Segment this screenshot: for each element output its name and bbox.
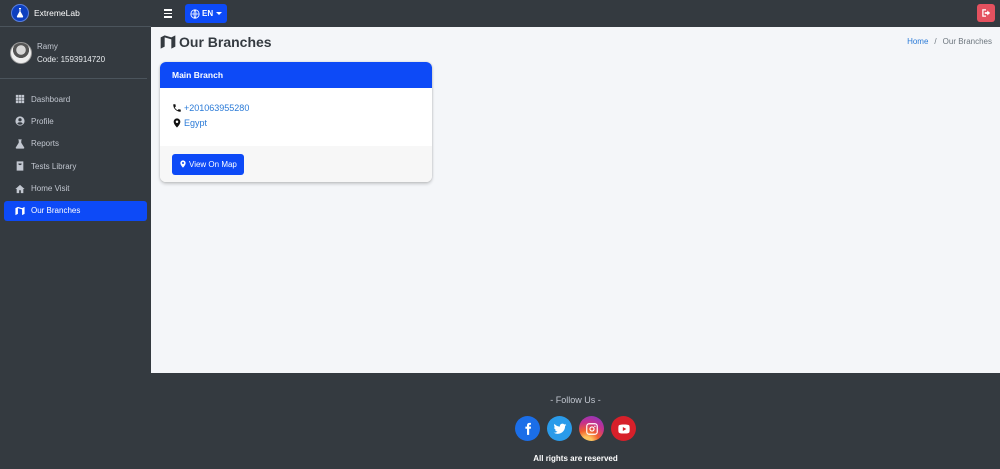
breadcrumb-current: Our Branches xyxy=(942,37,992,46)
youtube-icon[interactable] xyxy=(611,416,636,441)
sign-out-icon xyxy=(982,9,991,17)
branch-card-footer: View On Map xyxy=(160,146,432,182)
phone-icon xyxy=(173,103,181,112)
sidebar-item-label: Tests Library xyxy=(31,161,77,171)
copyright-text: All rights are reserved xyxy=(533,454,618,463)
branch-card-header: Main Branch xyxy=(160,62,432,88)
avatar[interactable] xyxy=(10,41,32,64)
sidebar-item-label: Home Visit xyxy=(31,184,70,194)
top-navbar: EN xyxy=(151,0,1000,27)
follow-us-text: - Follow Us - xyxy=(550,395,601,405)
sidebar-item-dashboard[interactable]: Dashboard xyxy=(4,89,147,109)
home-icon xyxy=(14,183,26,195)
language-label: EN xyxy=(202,9,214,18)
map-marker-icon xyxy=(173,117,181,128)
globe-icon xyxy=(190,8,200,19)
branch-phone-row: +201063955280 xyxy=(172,100,420,115)
sidebar-item-label: Dashboard xyxy=(31,94,71,104)
language-dropdown[interactable]: EN xyxy=(185,4,228,23)
user-info: Ramy Code: 1593914720 xyxy=(37,40,105,66)
twitter-icon[interactable] xyxy=(547,416,572,441)
facebook-icon[interactable] xyxy=(515,416,540,441)
instagram-icon[interactable] xyxy=(579,416,604,441)
map-icon xyxy=(14,205,26,217)
sidebar-item-label: Profile xyxy=(31,116,54,126)
page-title: Our Branches xyxy=(179,34,272,50)
footer: - Follow Us - All rights are reserved xyxy=(151,373,1000,469)
caret-down-icon xyxy=(216,12,223,15)
user-circle-icon xyxy=(14,115,26,127)
user-code: Code: 1593914720 xyxy=(37,54,106,64)
branch-phone-link[interactable]: +201063955280 xyxy=(184,103,249,113)
brand[interactable]: ExtremeLab xyxy=(0,0,151,27)
user-panel: Ramy Code: 1593914720 xyxy=(0,27,147,79)
branch-card: Main Branch +201063955280 Egypt View On … xyxy=(160,62,432,182)
branch-location-link[interactable]: Egypt xyxy=(184,118,207,128)
sidebar-item-label: Our Branches xyxy=(31,206,81,216)
brand-name: ExtremeLab xyxy=(34,8,80,18)
map-icon xyxy=(160,35,176,49)
map-marker-icon xyxy=(180,160,186,168)
breadcrumb: Home / Our Branches xyxy=(907,37,992,46)
logout-button[interactable] xyxy=(977,4,995,22)
view-on-map-label: View On Map xyxy=(189,159,237,169)
sidebar-item-reports[interactable]: Reports xyxy=(4,134,147,154)
breadcrumb-home-link[interactable]: Home xyxy=(907,37,928,46)
sidebar-item-home-visit[interactable]: Home Visit xyxy=(4,179,147,199)
sidebar-item-label: Reports xyxy=(31,139,60,149)
sidebar-nav: Dashboard Profile Reports Tests Library … xyxy=(0,89,151,221)
main-content: Our Branches Home / Our Branches Main Br… xyxy=(151,27,1000,373)
sidebar-item-tests-library[interactable]: Tests Library xyxy=(4,156,147,176)
menu-toggle-icon[interactable] xyxy=(164,8,176,20)
breadcrumb-separator: / xyxy=(934,37,937,46)
user-name[interactable]: Ramy xyxy=(37,40,105,53)
sidebar-item-profile[interactable]: Profile xyxy=(4,111,147,131)
book-icon xyxy=(14,160,26,172)
page-header: Our Branches xyxy=(160,34,272,50)
social-links xyxy=(151,416,1000,441)
brand-logo-icon xyxy=(11,4,29,22)
sidebar: ExtremeLab Ramy Code: 1593914720 Dashboa… xyxy=(0,0,151,469)
sidebar-item-our-branches[interactable]: Our Branches xyxy=(4,200,147,221)
grid-icon xyxy=(14,93,26,105)
branch-location-row: Egypt xyxy=(172,115,420,130)
branch-card-body: +201063955280 Egypt xyxy=(160,88,432,146)
view-on-map-button[interactable]: View On Map xyxy=(172,153,244,175)
flask-icon xyxy=(14,138,26,150)
